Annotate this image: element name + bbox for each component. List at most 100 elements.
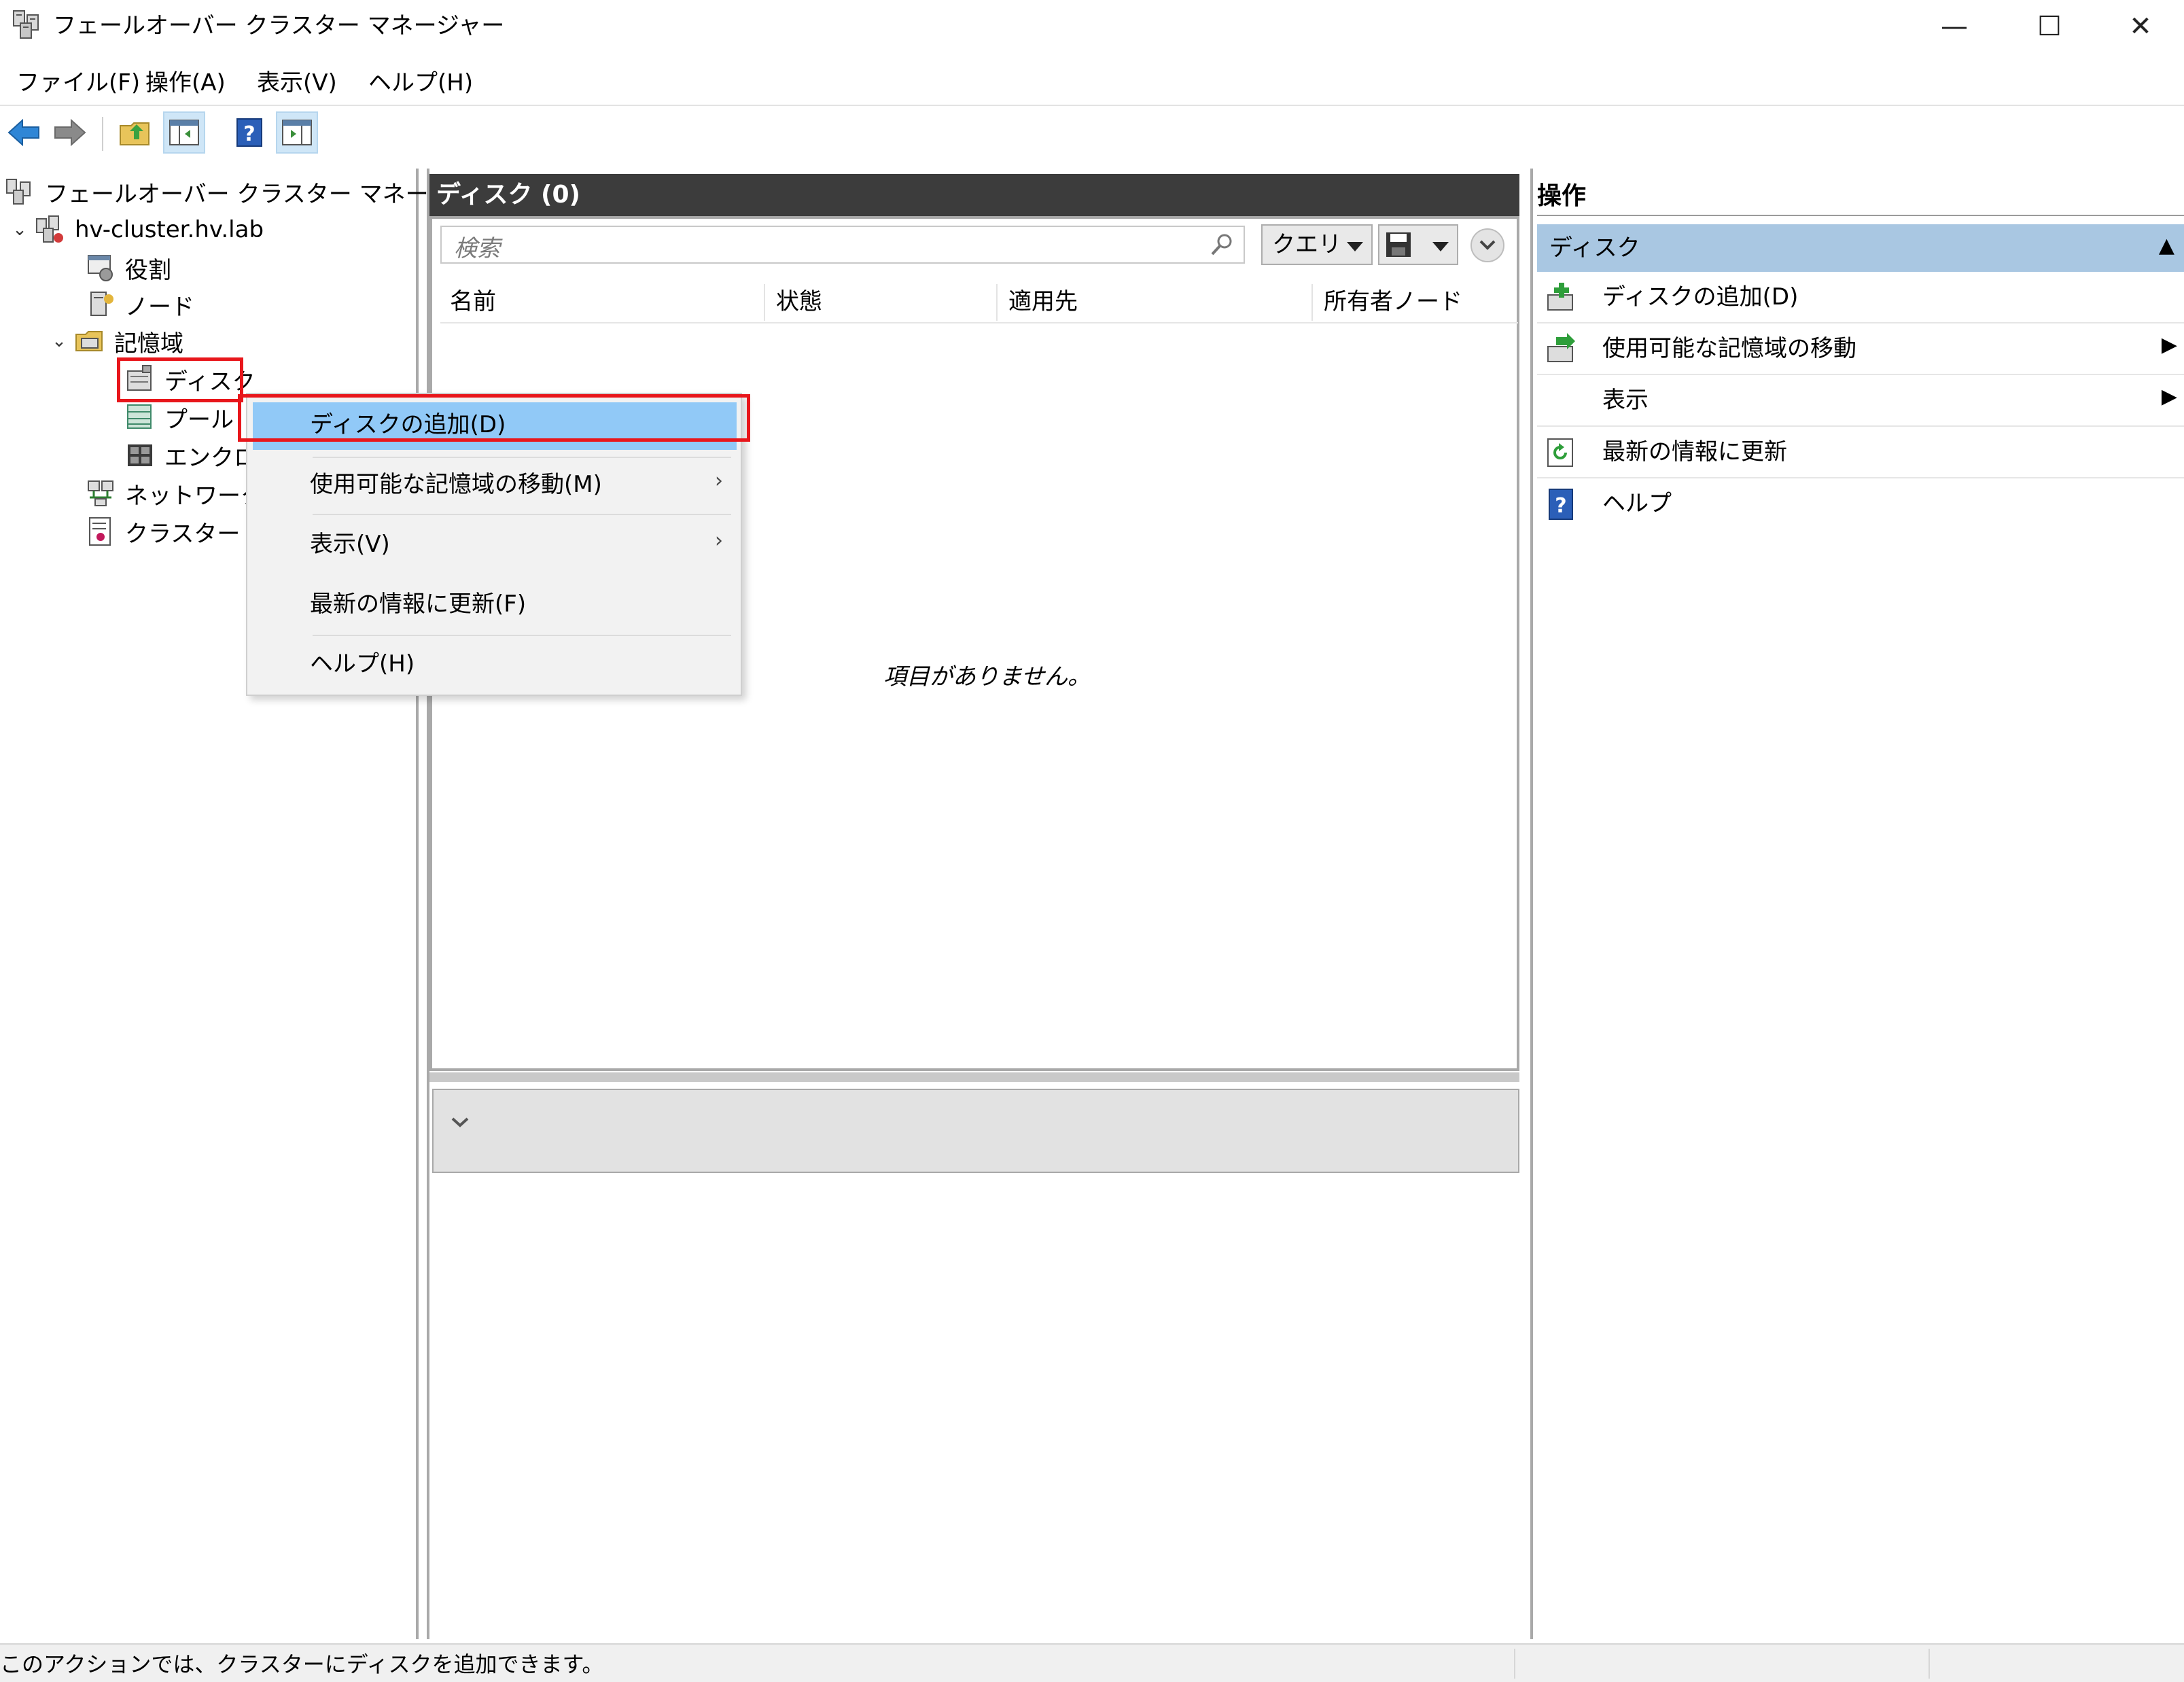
save-icon xyxy=(1386,232,1411,257)
show-hide-console-tree-button[interactable] xyxy=(163,111,205,154)
expand-search-button[interactable] xyxy=(1470,228,1504,262)
column-divider[interactable] xyxy=(764,284,765,321)
tree-item-networks[interactable]: ネットワーク xyxy=(86,474,264,512)
minimize-button[interactable]: — xyxy=(1907,0,2002,53)
nodes-icon xyxy=(90,292,113,316)
tree-label-enclosures: エンクロ xyxy=(164,444,257,472)
tree-label-roles: 役割 xyxy=(125,256,171,284)
menu-action[interactable]: 操作(A) xyxy=(145,68,226,98)
move-storage-icon xyxy=(1547,333,1575,362)
up-folder-icon xyxy=(120,122,149,145)
submenu-arrow-icon: ▶ xyxy=(2161,333,2177,357)
forward-arrow-icon xyxy=(54,118,86,147)
status-bar: このアクションでは、クラスターにディスクを追加できます。 xyxy=(0,1643,2184,1682)
submenu-arrow-icon: › xyxy=(715,529,723,553)
column-divider[interactable] xyxy=(1311,284,1313,321)
query-label: クエリ xyxy=(1272,231,1341,258)
tree-label-pools: プール xyxy=(164,406,234,434)
column-header-owner-node[interactable]: 所有者ノード xyxy=(1324,283,1462,322)
context-menu-separator xyxy=(313,457,731,458)
tree-item-roles[interactable]: 役割 xyxy=(86,249,171,287)
pane-border xyxy=(427,169,429,1639)
search-placeholder: 検索 xyxy=(454,235,500,262)
chevron-down-icon xyxy=(1479,240,1496,250)
up-folder-button[interactable] xyxy=(114,111,156,154)
pane-splitter[interactable] xyxy=(429,1072,1519,1082)
chevron-down-icon[interactable] xyxy=(450,1113,470,1131)
context-menu-help[interactable]: ヘルプ(H) xyxy=(310,648,415,680)
cluster-manager-icon xyxy=(6,179,31,205)
console-tree-icon xyxy=(169,120,199,145)
context-menu-separator xyxy=(313,635,731,636)
action-pane-icon xyxy=(282,120,312,145)
menu-view[interactable]: 表示(V) xyxy=(257,68,337,98)
actions-title: 操作 xyxy=(1537,182,1587,210)
action-add-disk[interactable]: ディスクの追加(D) xyxy=(1537,272,2184,323)
add-disk-icon xyxy=(1547,283,1573,311)
tree-item-enclosures[interactable]: エンクロ xyxy=(125,436,257,474)
action-refresh[interactable]: 最新の情報に更新 xyxy=(1537,427,2184,478)
show-hide-action-pane-button[interactable] xyxy=(276,111,318,154)
action-label: 最新の情報に更新 xyxy=(1602,438,1787,466)
maximize-button[interactable]: ☐ xyxy=(2002,0,2097,53)
column-header-name[interactable]: 名前 xyxy=(450,283,496,322)
help-icon: ? xyxy=(236,118,262,147)
tree-item-pools[interactable]: プール xyxy=(125,398,234,436)
back-arrow-icon xyxy=(7,118,39,147)
actions-title-divider xyxy=(1537,215,2184,216)
action-label: ヘルプ xyxy=(1602,490,1672,517)
column-header-status[interactable]: 状態 xyxy=(776,283,822,322)
enclosure-icon xyxy=(128,444,152,466)
tree-item-cluster[interactable]: ⌄ hv-cluster.hv.lab xyxy=(10,211,264,249)
cluster-icon xyxy=(36,215,63,243)
actions-section-label: ディスク xyxy=(1549,234,1640,262)
action-move-available-storage[interactable]: 使用可能な記憶域の移動 ▶ xyxy=(1537,323,2184,375)
forward-button[interactable] xyxy=(49,111,91,154)
chevron-down-icon[interactable]: ⌄ xyxy=(10,220,30,240)
search-icon[interactable] xyxy=(1210,232,1234,257)
refresh-icon xyxy=(1547,438,1573,467)
query-button[interactable]: クエリ xyxy=(1261,224,1373,265)
minimize-icon: — xyxy=(1941,11,1968,42)
collapse-up-icon[interactable]: ▲ xyxy=(2159,234,2174,258)
close-icon: ✕ xyxy=(2129,11,2152,42)
chevron-down-icon[interactable]: ⌄ xyxy=(49,331,69,351)
action-view[interactable]: 表示 ▶ xyxy=(1537,375,2184,427)
search-input[interactable]: 検索 xyxy=(440,226,1245,264)
tree-item-cluster-events[interactable]: クラスター イ xyxy=(86,512,270,550)
annotation-box-disks xyxy=(117,357,243,402)
context-menu-refresh[interactable]: 最新の情報に更新(F) xyxy=(310,589,526,620)
dropdown-arrow-icon xyxy=(1432,242,1449,251)
context-menu-view[interactable]: 表示(V) xyxy=(310,529,390,560)
tree-item-storage[interactable]: ⌄ 記憶域 xyxy=(49,322,183,360)
storage-icon xyxy=(75,331,103,351)
action-help[interactable]: ? ヘルプ xyxy=(1537,478,2184,530)
results-pane-header: ディスク (0) xyxy=(427,174,1519,216)
network-icon xyxy=(88,480,113,506)
toolbar-separator xyxy=(102,117,103,151)
menu-bar: ファイル(F) 操作(A) 表示(V) ヘルプ(H) xyxy=(0,63,2184,106)
menu-help[interactable]: ヘルプ(H) xyxy=(368,68,473,98)
column-header-assigned-to[interactable]: 適用先 xyxy=(1008,283,1078,322)
close-button[interactable]: ✕ xyxy=(2097,0,2184,53)
title-bar: フェールオーバー クラスター マネージャー — ☐ ✕ xyxy=(0,0,2184,53)
tree-label-nodes: ノード xyxy=(125,293,194,321)
context-menu-move-available-storage[interactable]: 使用可能な記憶域の移動(M) xyxy=(310,469,602,500)
help-toolbar-button[interactable]: ? xyxy=(228,111,270,154)
status-divider xyxy=(1514,1649,1515,1679)
back-button[interactable] xyxy=(3,111,45,154)
tree-label-storage: 記憶域 xyxy=(114,330,183,357)
actions-section-disks[interactable]: ディスク ▲ xyxy=(1537,224,2184,272)
tree-item-root[interactable]: フェールオーバー クラスター マネージャー xyxy=(5,173,496,211)
details-panel xyxy=(432,1089,1519,1173)
menu-file[interactable]: ファイル(F) xyxy=(16,68,140,98)
roles-icon xyxy=(88,255,113,281)
tree-item-nodes[interactable]: ノード xyxy=(86,285,194,323)
action-label: 使用可能な記憶域の移動 xyxy=(1602,335,1856,362)
submenu-arrow-icon: › xyxy=(715,469,723,493)
column-divider[interactable] xyxy=(996,284,998,321)
pool-icon xyxy=(127,404,152,429)
save-query-button[interactable] xyxy=(1378,224,1458,265)
window-title: フェールオーバー クラスター マネージャー xyxy=(53,12,505,39)
header-separator xyxy=(440,322,1518,323)
